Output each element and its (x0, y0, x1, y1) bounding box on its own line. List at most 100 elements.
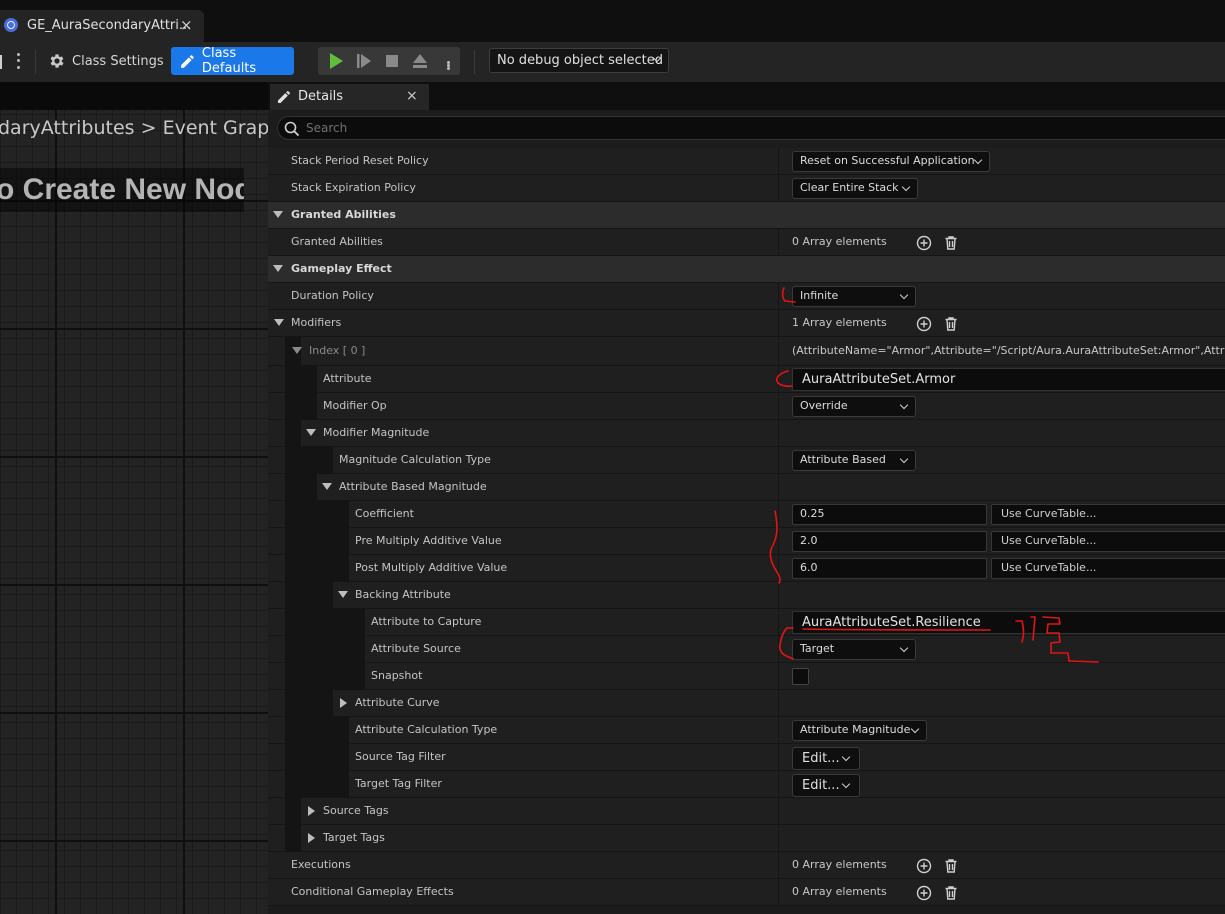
expand-arrow-icon[interactable] (340, 698, 347, 708)
row-duration-policy: Duration Policy Infinite (268, 283, 1225, 310)
graph-hint-text: o Create New Nodes (0, 168, 244, 212)
collapse-arrow-icon[interactable] (274, 319, 284, 326)
row-label: Source Tag Filter (355, 750, 446, 763)
row-index-0: Index [ 0 ] (AttributeName="Armor",Attri… (268, 337, 1225, 366)
class-defaults-button[interactable]: Class Defaults (171, 46, 294, 76)
debug-object-label: No debug object selected (497, 53, 664, 68)
details-panel: Details × Stack Period Reset Policy Rese… (268, 82, 1225, 914)
attribute-calc-type-dropdown[interactable]: Attribute Magnitude (792, 720, 927, 741)
document-tab[interactable]: GE_AuraSecondaryAttri... × (0, 10, 204, 42)
play-options-icon[interactable] (445, 51, 451, 79)
attribute-picker[interactable]: AuraAttributeSet.Armor (792, 368, 1225, 391)
target-tag-filter-edit-button[interactable]: Edit... (792, 774, 860, 797)
row-modifier-magnitude: Modifier Magnitude (268, 420, 1225, 447)
number-value: 6.0 (800, 561, 818, 574)
row-label: Index [ 0 ] (309, 344, 366, 357)
details-search-box[interactable] (277, 116, 1225, 140)
dropdown-value: Attribute Magnitude (800, 723, 911, 736)
collapse-arrow-icon[interactable] (273, 265, 283, 272)
source-tag-filter-edit-button[interactable]: Edit... (792, 747, 860, 770)
add-icon[interactable] (916, 885, 932, 901)
post-multiply-input[interactable]: 6.0 (792, 558, 987, 579)
chevron-down-icon (910, 724, 920, 734)
category-granted-abilities[interactable]: Granted Abilities (268, 202, 1225, 229)
row-stack-expiration-policy: Stack Expiration Policy Clear Entire Sta… (268, 175, 1225, 202)
collapse-arrow-icon[interactable] (306, 429, 316, 436)
close-details-icon[interactable]: × (406, 88, 418, 104)
trash-icon[interactable] (943, 316, 959, 332)
eject-icon[interactable] (410, 47, 430, 75)
row-target-tags: Target Tags (268, 825, 1225, 852)
attribute-source-dropdown[interactable]: Target (792, 639, 916, 660)
magnitude-calc-type-dropdown[interactable]: Attribute Based (792, 450, 916, 471)
breadcrumb-separator: > (140, 117, 157, 139)
row-attribute: Attribute AuraAttributeSet.Armor (268, 366, 1225, 393)
row-attribute-based-magnitude: Attribute Based Magnitude (268, 474, 1225, 501)
edit-label: Edit... (802, 751, 840, 766)
row-label: Backing Attribute (355, 588, 451, 601)
snapshot-checkbox[interactable] (792, 668, 809, 685)
class-defaults-label: Class Defaults (201, 46, 257, 76)
row-label: Post Multiply Additive Value (355, 561, 508, 574)
breadcrumb-graph[interactable]: Event Graph (163, 117, 268, 139)
attribute-to-capture-picker[interactable]: AuraAttributeSet.Resilience (792, 611, 1225, 634)
trash-icon[interactable] (943, 235, 959, 251)
breadcrumb-asset[interactable]: daryAttributes (0, 117, 135, 139)
expand-arrow-icon[interactable] (308, 833, 315, 843)
collapse-arrow-icon[interactable] (322, 483, 332, 490)
row-source-tag-filter: Source Tag Filter Edit... (268, 744, 1225, 771)
collapse-arrow-icon[interactable] (338, 591, 348, 598)
row-label: Attribute (323, 372, 372, 385)
toolbar-options-icon[interactable] (15, 51, 21, 71)
add-icon[interactable] (916, 858, 932, 874)
row-attribute-curve: Attribute Curve (268, 690, 1225, 717)
expand-arrow-icon[interactable] (308, 806, 315, 816)
dropdown-value: Infinite (800, 289, 839, 302)
collapse-arrow-icon[interactable] (273, 211, 283, 218)
row-label: Pre Multiply Additive Value (355, 534, 502, 547)
class-settings-button[interactable]: Class Settings (48, 48, 164, 74)
row-pre-multiply-additive-value: Pre Multiply Additive Value 2.0 Use Curv… (268, 528, 1225, 555)
search-input[interactable] (306, 119, 806, 137)
category-gameplay-effect[interactable]: Gameplay Effect (268, 256, 1225, 283)
stack-period-dropdown[interactable]: Reset on Successful Application (792, 151, 990, 172)
row-magnitude-calculation-type: Magnitude Calculation Type Attribute Bas… (268, 447, 1225, 474)
row-snapshot: Snapshot (268, 663, 1225, 690)
class-settings-label: Class Settings (72, 53, 164, 69)
duration-policy-dropdown[interactable]: Infinite (792, 286, 916, 307)
row-label: Attribute Based Magnitude (339, 480, 487, 493)
post-multiply-curve-picker[interactable]: Use CurveTable... (991, 558, 1225, 579)
row-conditional-gameplay-effects: Conditional Gameplay Effects 0 Array ele… (268, 879, 1225, 906)
add-icon[interactable] (916, 316, 932, 332)
pre-multiply-curve-picker[interactable]: Use CurveTable... (991, 531, 1225, 552)
add-icon[interactable] (916, 235, 932, 251)
collapse-arrow-icon[interactable] (292, 347, 302, 354)
play-icon[interactable] (326, 47, 346, 75)
step-icon[interactable] (354, 47, 374, 75)
unreal-logo-icon (4, 18, 18, 32)
array-count: 0 Array elements (792, 235, 887, 248)
modifier-op-dropdown[interactable]: Override (792, 396, 916, 417)
coefficient-input[interactable]: 0.25 (792, 504, 987, 525)
details-tab[interactable]: Details × (270, 84, 429, 110)
stop-icon[interactable] (382, 47, 402, 75)
category-label: Granted Abilities (291, 208, 396, 221)
coefficient-curve-picker[interactable]: Use CurveTable... (991, 504, 1225, 525)
row-label: Modifier Magnitude (323, 426, 430, 439)
pre-multiply-input[interactable]: 2.0 (792, 531, 987, 552)
stack-expiration-dropdown[interactable]: Clear Entire Stack (792, 178, 918, 199)
pencil-icon (181, 54, 194, 68)
row-post-multiply-additive-value: Post Multiply Additive Value 6.0 Use Cur… (268, 555, 1225, 582)
event-graph-panel[interactable]: daryAttributes > Event Graph o Create Ne… (0, 82, 268, 914)
chevron-down-icon (841, 752, 851, 762)
debug-object-dropdown[interactable]: No debug object selected (489, 48, 669, 73)
graph-tab-strip (0, 82, 268, 110)
row-label: Attribute Curve (355, 696, 440, 709)
toolbar-divider (35, 50, 36, 74)
trash-icon[interactable] (943, 885, 959, 901)
close-tab-icon[interactable]: × (180, 16, 193, 34)
trash-icon[interactable] (943, 858, 959, 874)
chevron-down-icon (899, 290, 909, 300)
row-coefficient: Coefficient 0.25 Use CurveTable... (268, 501, 1225, 528)
index-summary: (AttributeName="Armor",Attribute="/Scrip… (792, 344, 1225, 357)
